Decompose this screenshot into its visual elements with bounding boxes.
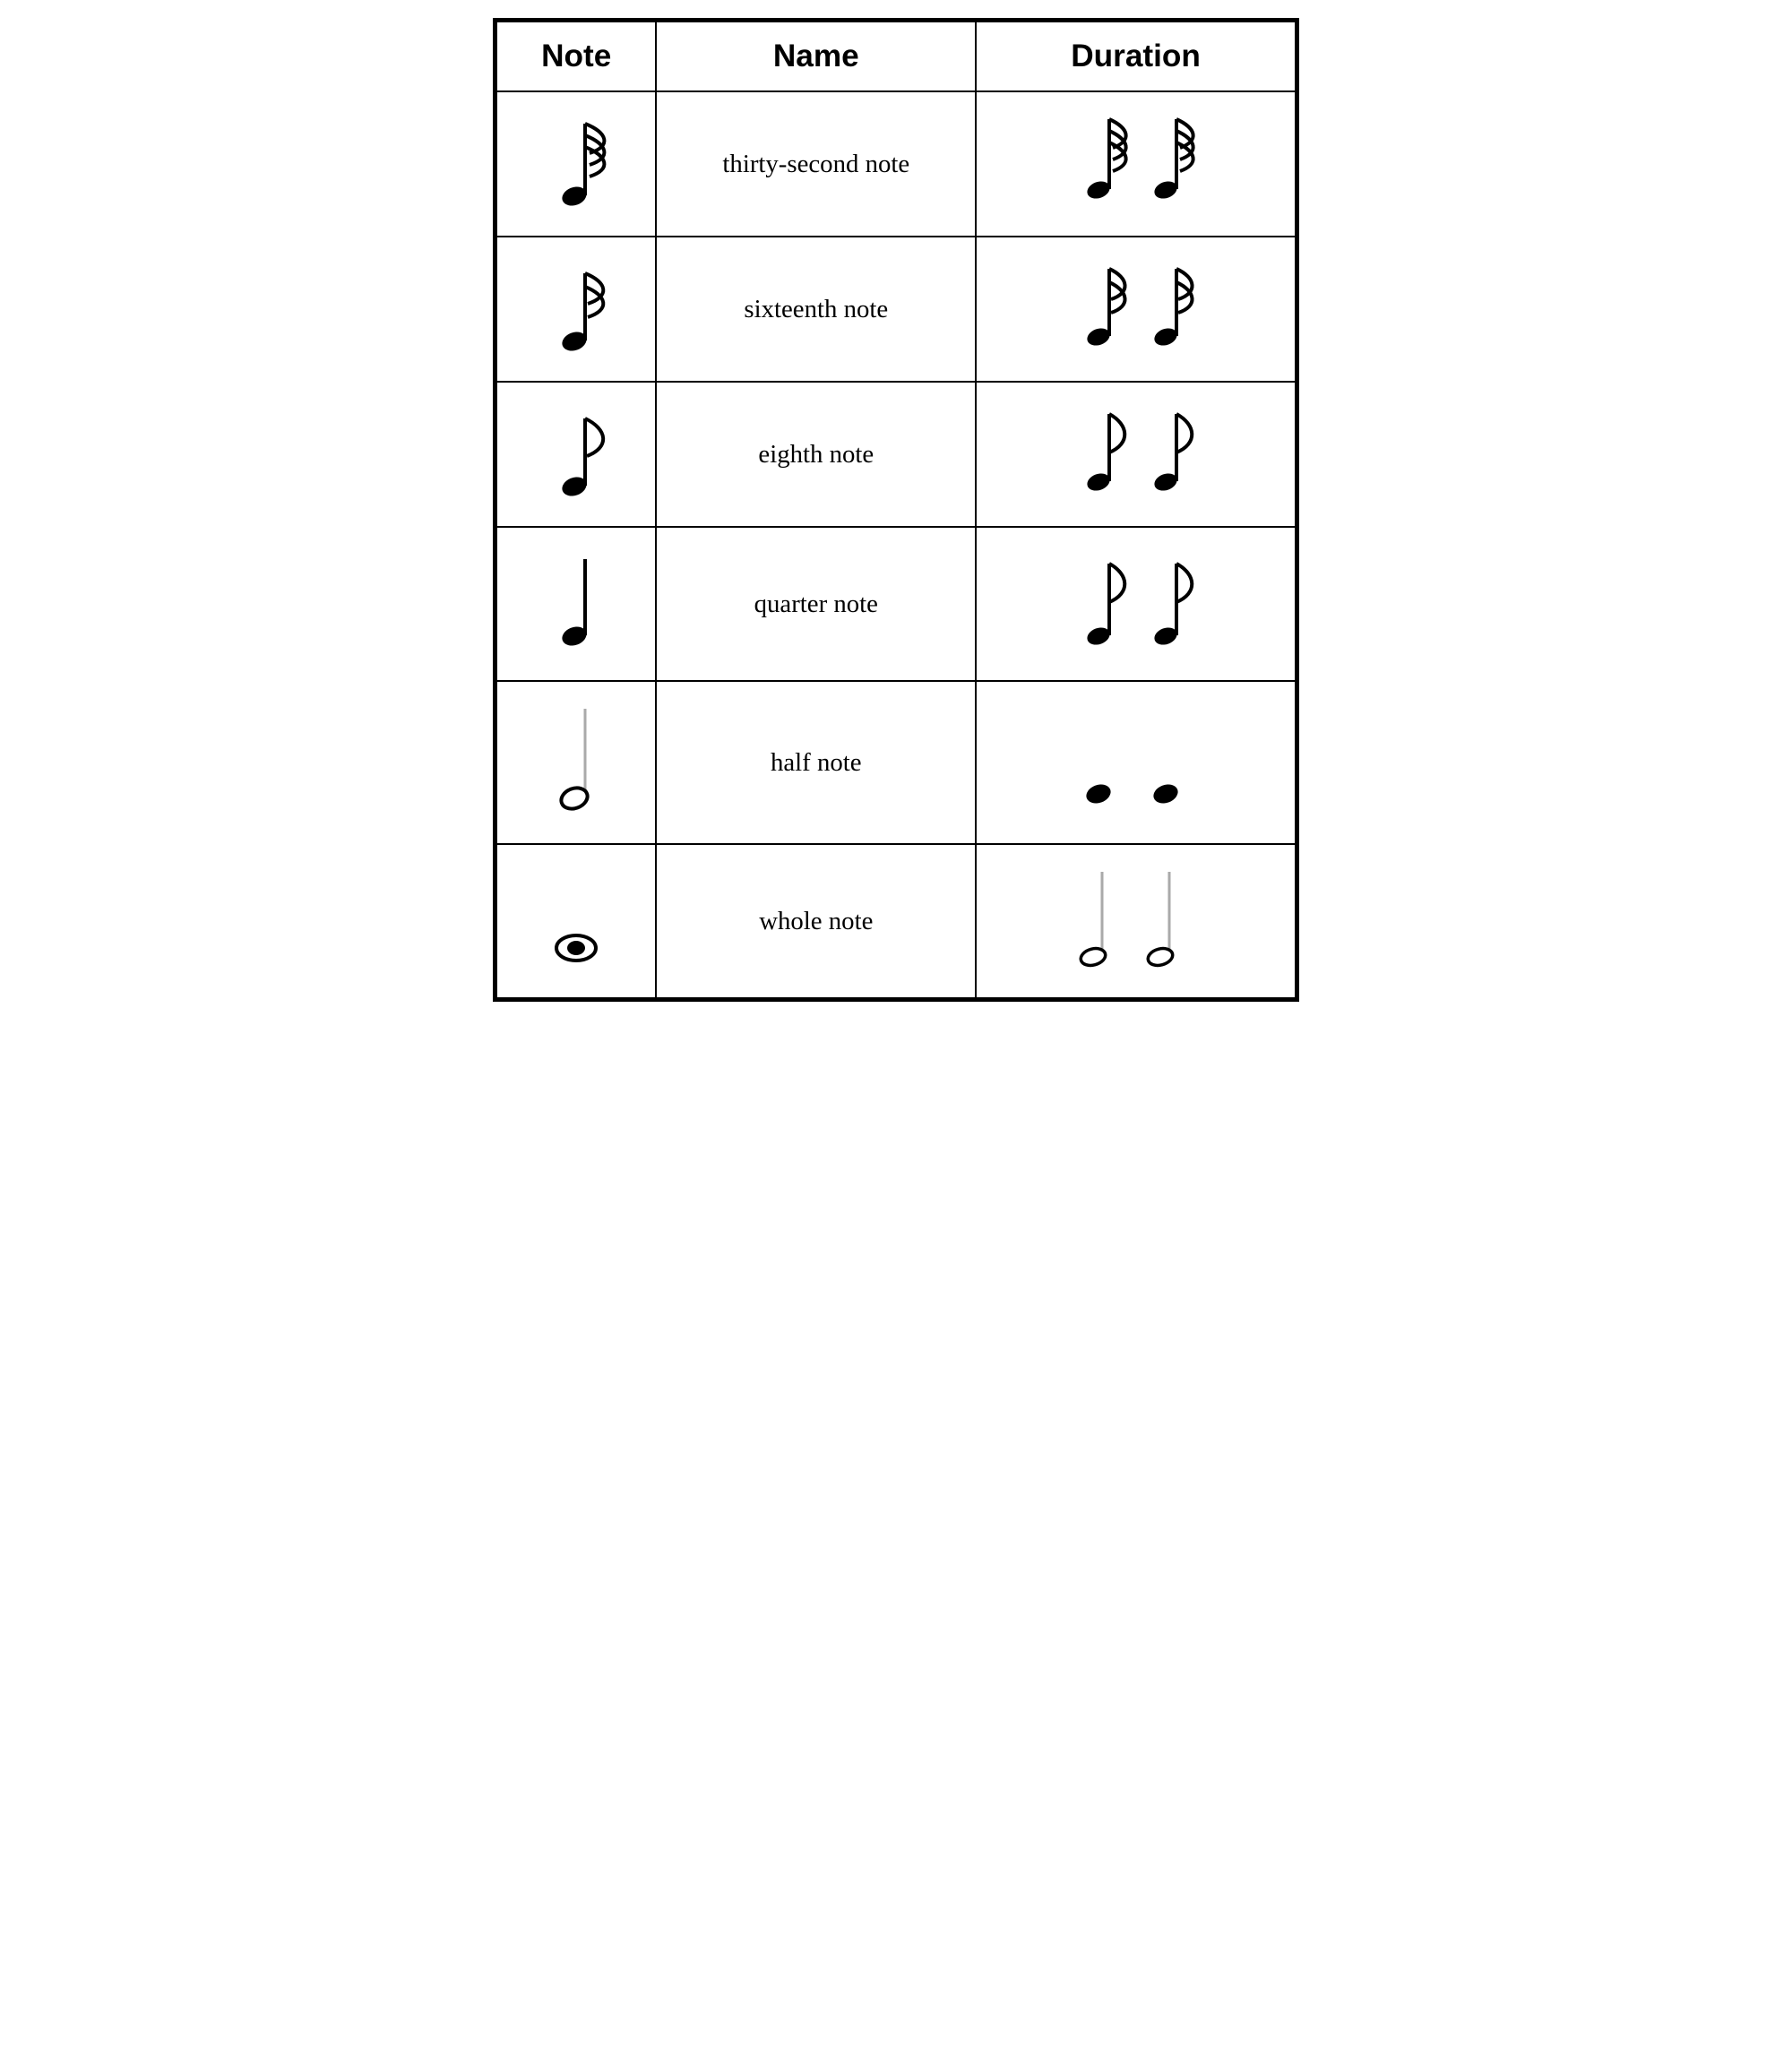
table-row: sixteenth note: [496, 237, 1296, 382]
duration-sixteenth: [976, 237, 1296, 382]
duration-eighth: [976, 382, 1296, 527]
note-half: [496, 681, 656, 844]
table-row: thirty-second note: [496, 91, 1296, 237]
table-row: half note: [496, 681, 1296, 844]
name-whole: whole note: [656, 844, 976, 998]
name-quarter: quarter note: [656, 527, 976, 681]
note-whole: [496, 844, 656, 998]
duration-quarter: [976, 527, 1296, 681]
header-name: Name: [656, 22, 976, 91]
duration-thirty-second: [976, 91, 1296, 237]
duration-half: [976, 681, 1296, 844]
name-thirty-second: thirty-second note: [656, 91, 976, 237]
table-row: quarter note: [496, 527, 1296, 681]
note-sixteenth: [496, 237, 656, 382]
note-thirty-second: [496, 91, 656, 237]
note-eighth: [496, 382, 656, 527]
note-quarter: [496, 527, 656, 681]
name-eighth: eighth note: [656, 382, 976, 527]
name-sixteenth: sixteenth note: [656, 237, 976, 382]
music-notes-table: Note Name Duration: [493, 18, 1299, 1002]
table-row: eighth note: [496, 382, 1296, 527]
table-row: whole note: [496, 844, 1296, 998]
header-note: Note: [496, 22, 656, 91]
name-half: half note: [656, 681, 976, 844]
header-duration: Duration: [976, 22, 1296, 91]
duration-whole: [976, 844, 1296, 998]
